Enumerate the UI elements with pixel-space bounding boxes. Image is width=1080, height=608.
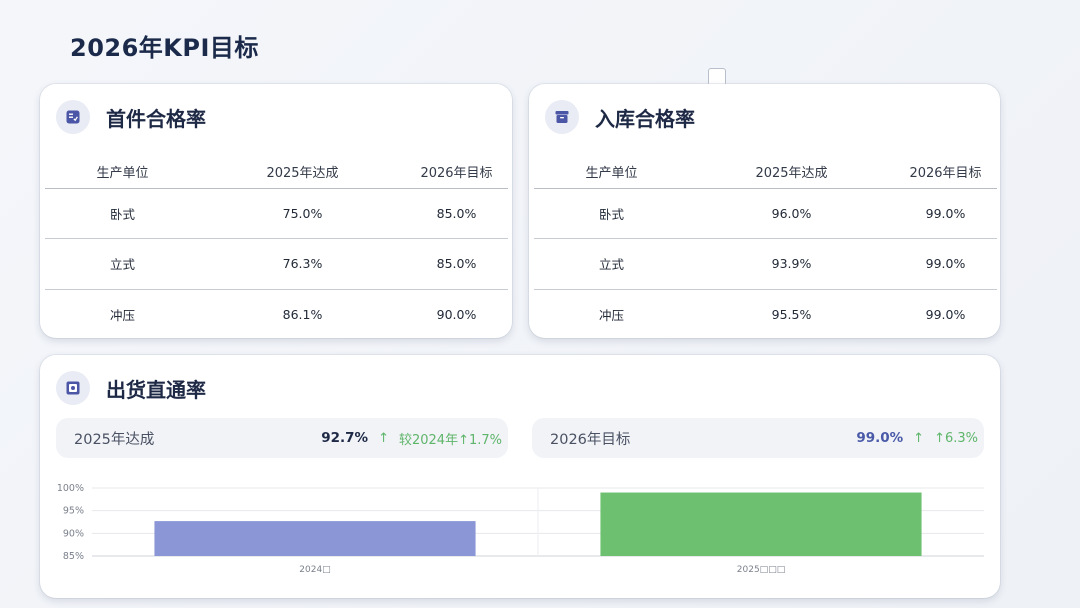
bar-1 bbox=[154, 521, 476, 556]
warehousing-table: 生产单位 2025年达成 2026年目标 卧式 96.0% 99.0% 立式 9… bbox=[534, 156, 997, 340]
shipping-card: 出货直通率 2025年达成 92.7% ↑ 较2024年↑1.7% 2026年目… bbox=[40, 355, 1000, 598]
y-tick-label: 100% bbox=[57, 483, 84, 494]
cell-target: 85.0% bbox=[405, 188, 508, 239]
page-title: 2026年KPI目标 bbox=[70, 34, 259, 62]
table-row: 冲压 86.1% 90.0% bbox=[45, 289, 508, 340]
cell-achieved: 93.9% bbox=[689, 238, 894, 290]
achieved-value: 92.7% bbox=[321, 430, 369, 446]
header-target: 2026年目标 bbox=[894, 156, 997, 189]
up-arrow-icon: ↑ bbox=[378, 430, 389, 446]
achieved-label: 2025年达成 bbox=[74, 431, 155, 448]
target-value: 99.0% bbox=[856, 430, 904, 446]
shipping-header: 出货直通率 bbox=[56, 371, 206, 405]
target-stat-pill: 2026年目标 99.0% ↑ ↑6.3% bbox=[532, 418, 984, 458]
up-arrow-icon: ↑ bbox=[913, 430, 925, 446]
cell-target: 85.0% bbox=[405, 238, 508, 290]
table-row: 冲压 95.5% 99.0% bbox=[534, 289, 997, 340]
cell-target: 90.0% bbox=[436, 307, 477, 322]
table-row: 立式 93.9% 99.0% bbox=[534, 238, 997, 290]
first-pass-table: 生产单位 2025年达成 2026年目标 卧式 75.0% 85.0% 立式 7… bbox=[45, 156, 508, 340]
header-unit: 生产单位 bbox=[45, 156, 200, 189]
table-header-row: 生产单位 2025年达成 2026年目标 bbox=[534, 156, 997, 189]
cell-unit: 卧式 bbox=[534, 188, 689, 239]
cell-unit: 冲压 bbox=[109, 308, 135, 323]
header-achieved: 2025年达成 bbox=[689, 156, 894, 189]
shipping-bar-chart: 85% 90% 95% 100% 2024□ 2025□□□ bbox=[57, 483, 984, 575]
table-row: 立式 76.3% 85.0% bbox=[45, 238, 508, 290]
y-tick-label: 90% bbox=[63, 528, 84, 539]
y-tick-label: 85% bbox=[63, 551, 84, 562]
cell-achieved: 96.0% bbox=[689, 188, 894, 239]
warehousing-header: 入库合格率 bbox=[545, 100, 695, 134]
target-label: 2026年目标 bbox=[550, 431, 631, 448]
first-pass-title: 首件合格率 bbox=[106, 106, 206, 131]
achieved-change: 较2024年↑1.7% bbox=[398, 432, 502, 448]
warehousing-card: 入库合格率 生产单位 2025年达成 2026年目标 卧式 96.0% 99.0… bbox=[529, 84, 1000, 338]
table-header-row: 生产单位 2025年达成 2026年目标 bbox=[45, 156, 508, 189]
cell-unit: 立式 bbox=[534, 238, 689, 290]
cell-achieved: 86.1% bbox=[282, 307, 323, 322]
x-tick-label: 2024□ bbox=[299, 565, 330, 575]
archive-box-icon bbox=[545, 100, 579, 134]
first-pass-card: 首件合格率 生产单位 2025年达成 2026年目标 卧式 75.0% 85.0… bbox=[40, 84, 512, 338]
cell-target: 99.0% bbox=[894, 188, 997, 239]
cell-target: 99.0% bbox=[894, 238, 997, 290]
cell-unit: 冲压 bbox=[598, 308, 624, 323]
warehousing-title: 入库合格率 bbox=[595, 106, 695, 131]
header-target: 2026年目标 bbox=[405, 156, 508, 189]
checklist-icon bbox=[56, 100, 90, 134]
cell-target: 99.0% bbox=[925, 307, 966, 322]
cell-achieved: 76.3% bbox=[200, 238, 405, 290]
header-unit: 生产单位 bbox=[534, 156, 689, 189]
table-row: 卧式 75.0% 85.0% bbox=[45, 188, 508, 239]
bar-2 bbox=[600, 492, 922, 556]
cell-unit: 卧式 bbox=[45, 188, 200, 239]
target-change: ↑6.3% bbox=[934, 430, 978, 446]
safe-box-icon bbox=[56, 371, 90, 405]
achieved-stat-pill: 2025年达成 92.7% ↑ 较2024年↑1.7% bbox=[56, 418, 508, 458]
cell-achieved: 95.5% bbox=[771, 307, 812, 322]
table-row: 卧式 96.0% 99.0% bbox=[534, 188, 997, 239]
header-achieved: 2025年达成 bbox=[200, 156, 405, 189]
cell-unit: 立式 bbox=[45, 238, 200, 290]
shipping-title: 出货直通率 bbox=[106, 377, 206, 402]
cell-achieved: 75.0% bbox=[200, 188, 405, 239]
y-tick-label: 95% bbox=[63, 506, 84, 517]
first-pass-header: 首件合格率 bbox=[56, 100, 206, 134]
x-tick-label: 2025□□□ bbox=[737, 565, 785, 575]
